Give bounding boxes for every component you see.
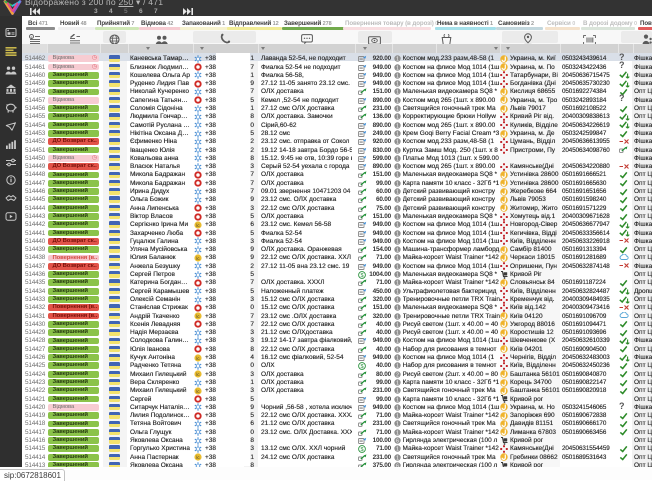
svg-text:c: c [31, 34, 33, 38]
